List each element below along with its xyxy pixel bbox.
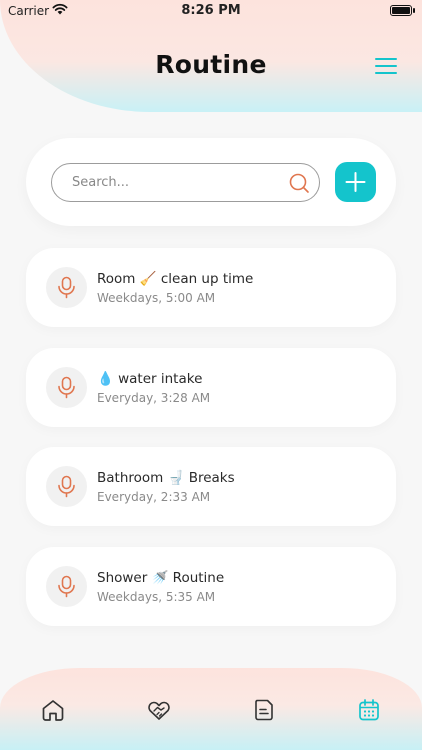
routine-card[interactable]: Bathroom 🚽 Breaks Everyday, 2:33 AM [26,447,396,526]
tab-heart-handshake-icon[interactable] [146,697,172,723]
microphone-icon [58,376,75,399]
microphone-icon [58,575,75,598]
tab-home-icon[interactable] [40,697,66,723]
routine-schedule: Weekdays, 5:00 AM [97,291,216,305]
routine-schedule: Everyday, 3:28 AM [97,391,211,405]
routine-card[interactable]: 💧 water intake Everyday, 3:28 AM [26,348,396,427]
routine-title: 💧 water intake [97,371,203,387]
routine-schedule: Weekdays, 5:35 AM [97,590,216,604]
routine-card[interactable]: Room 🧹 clean up time Weekdays, 5:00 AM [26,248,396,327]
add-routine-button[interactable] [335,162,376,202]
menu-icon[interactable] [374,56,398,76]
mic-button[interactable] [46,466,87,507]
tab-calendar-icon[interactable] [356,697,382,723]
tab-notes-icon[interactable] [251,697,277,723]
routine-title: Bathroom 🚽 Breaks [97,470,235,486]
routine-title: Room 🧹 clean up time [97,271,254,287]
mic-button[interactable] [46,367,87,408]
mic-button[interactable] [46,267,87,308]
search-input[interactable] [72,164,272,201]
routine-schedule: Everyday, 2:33 AM [97,490,211,504]
battery-icon [390,5,415,16]
search-icon[interactable] [288,172,310,194]
plus-icon [345,172,366,192]
routine-title: Shower 🚿 Routine [97,570,225,586]
search-card [26,138,396,226]
status-time: 8:26 PM [181,3,241,18]
routine-card[interactable]: Shower 🚿 Routine Weekdays, 5:35 AM [26,547,396,626]
mic-button[interactable] [46,566,87,607]
microphone-icon [58,276,75,299]
search-box [51,163,320,202]
page-title: Routine [155,50,267,79]
status-bar: Carrier 8:26 PM [0,0,422,22]
microphone-icon [58,475,75,498]
